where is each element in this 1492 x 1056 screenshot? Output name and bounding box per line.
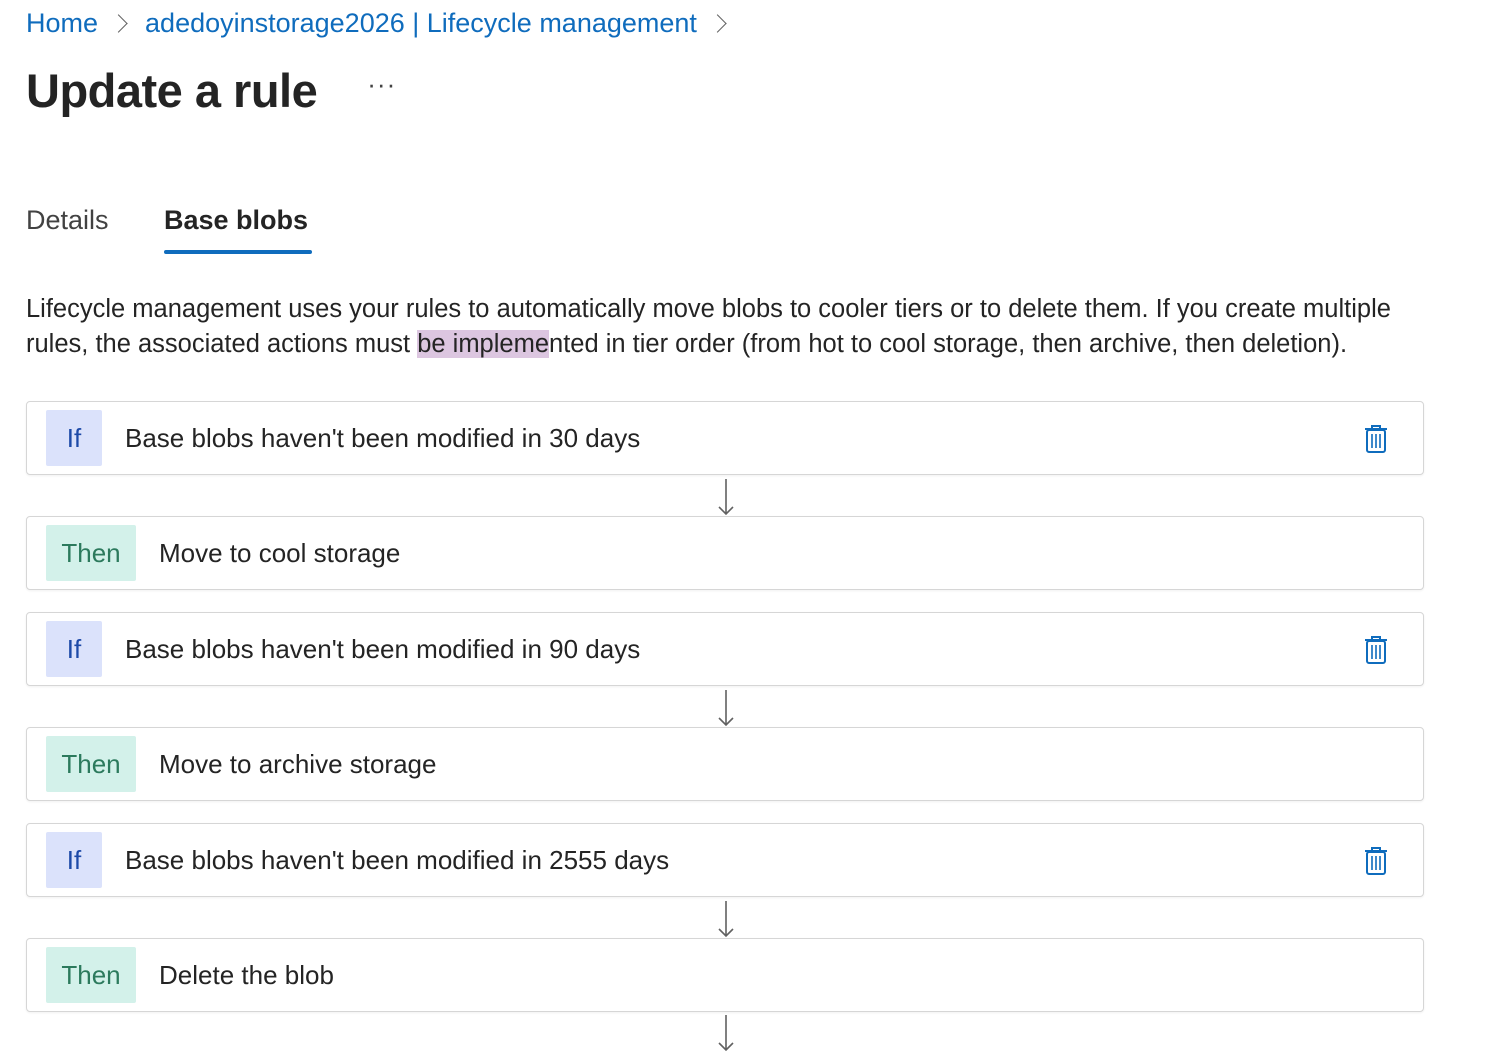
action-text: Move to archive storage	[159, 748, 437, 779]
trash-icon[interactable]	[1363, 424, 1389, 454]
more-options-button[interactable]: ···	[367, 69, 396, 100]
then-badge: Then	[46, 736, 136, 792]
breadcrumb-home-link[interactable]: Home	[26, 8, 98, 39]
then-badge: Then	[46, 525, 136, 581]
title-row: Update a rule ···	[26, 58, 396, 122]
then-action-card[interactable]: Then Move to archive storage	[26, 727, 1424, 801]
condition-text: Base blobs haven't been modified in 90 d…	[125, 633, 641, 664]
action-text: Delete the blob	[159, 959, 334, 990]
if-badge: If	[46, 621, 102, 677]
description-text: Lifecycle management uses your rules to …	[26, 292, 1446, 362]
then-action-card[interactable]: Then Delete the blob	[26, 938, 1424, 1012]
action-text: Move to cool storage	[159, 537, 401, 568]
page-title: Update a rule	[26, 63, 318, 117]
tab-details[interactable]: Details	[26, 205, 164, 254]
trash-icon[interactable]	[1363, 846, 1389, 876]
breadcrumb-lifecycle-link[interactable]: adedoyinstorage2026 | Lifecycle manageme…	[145, 8, 697, 39]
arrow-down-icon	[718, 901, 734, 938]
tab-base-blobs[interactable]: Base blobs	[164, 205, 313, 254]
chevron-right-icon	[109, 13, 128, 33]
then-badge: Then	[46, 947, 136, 1003]
then-action-card[interactable]: Then Move to cool storage	[26, 516, 1424, 590]
arrow-down-icon	[718, 479, 734, 516]
condition-text: Base blobs haven't been modified in 2555…	[125, 844, 670, 875]
arrow-down-icon	[718, 690, 734, 727]
description-part-2: nted in tier order (from hot to cool sto…	[549, 330, 1348, 358]
if-condition-card[interactable]: If Base blobs haven't been modified in 3…	[26, 401, 1424, 475]
if-badge: If	[46, 832, 102, 888]
if-condition-card[interactable]: If Base blobs haven't been modified in 2…	[26, 823, 1424, 897]
trash-icon[interactable]	[1363, 635, 1389, 665]
if-badge: If	[46, 410, 102, 466]
highlighted-text: be impleme	[417, 330, 550, 358]
condition-text: Base blobs haven't been modified in 30 d…	[125, 422, 641, 453]
tab-list: Details Base blobs	[26, 205, 313, 254]
arrow-down-icon	[718, 1015, 734, 1052]
chevron-right-icon	[708, 13, 727, 33]
if-condition-card[interactable]: If Base blobs haven't been modified in 9…	[26, 612, 1424, 686]
breadcrumb: Home adedoyinstorage2026 | Lifecycle man…	[26, 4, 744, 42]
